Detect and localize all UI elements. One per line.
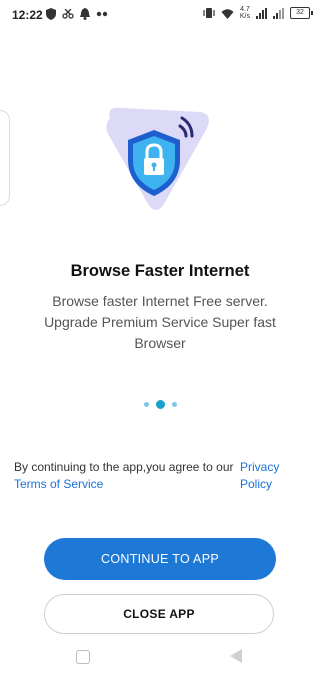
onboarding-subtitle: Browse faster Internet Free server. Upgr… bbox=[44, 293, 276, 351]
edge-panel-handle[interactable] bbox=[0, 110, 10, 206]
scissors-icon bbox=[62, 9, 74, 19]
vibrate-icon bbox=[203, 8, 215, 18]
consent-text: By continuing to the app,you agree to ou… bbox=[14, 460, 234, 474]
network-speed-unit: K/s bbox=[239, 13, 250, 20]
navigation-bar bbox=[0, 636, 320, 676]
recents-icon[interactable] bbox=[76, 650, 90, 664]
onboarding-title: Browse Faster Internet bbox=[70, 262, 250, 280]
back-icon[interactable] bbox=[230, 649, 242, 663]
page-dot bbox=[171, 402, 177, 407]
system-icons: 4.7 K/s 32 bbox=[203, 6, 313, 20]
signal-icon bbox=[256, 7, 267, 19]
shield-icon bbox=[46, 8, 56, 20]
network-speed-value: 4.7 bbox=[240, 6, 250, 13]
status-bar: 12:22 4.7 K/s 32 bbox=[0, 0, 320, 30]
battery-icon: 32 bbox=[290, 7, 313, 19]
page-dot bbox=[143, 402, 149, 407]
status-time: 12:22 bbox=[12, 8, 43, 22]
notification-icons bbox=[46, 8, 108, 20]
terms-of-service-link[interactable]: Terms of Service bbox=[14, 476, 103, 493]
continue-to-app-button[interactable]: CONTINUE TO APP bbox=[44, 538, 276, 580]
dots-icon bbox=[96, 11, 108, 17]
close-app-button[interactable]: CLOSE APP bbox=[44, 594, 274, 634]
network-speed: 4.7 K/s bbox=[240, 6, 250, 20]
signal-icon bbox=[273, 7, 284, 19]
privacy-policy-link[interactable]: Privacy Policy bbox=[240, 459, 290, 493]
shield-lock-icon bbox=[106, 107, 209, 210]
wifi-icon bbox=[221, 8, 234, 19]
page-indicator bbox=[0, 400, 320, 409]
bell-icon bbox=[80, 8, 90, 20]
page-dot-active bbox=[155, 400, 165, 409]
